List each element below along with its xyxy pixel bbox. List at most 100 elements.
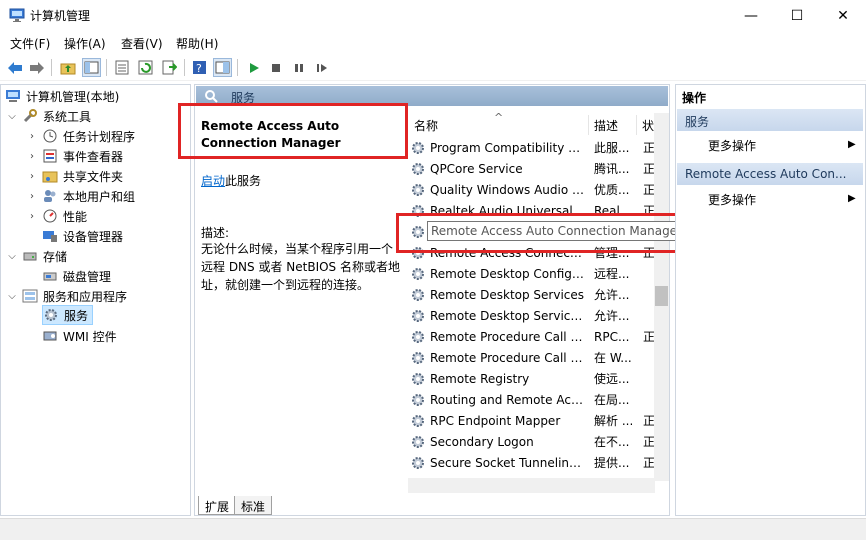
minimize-button[interactable]: — bbox=[728, 0, 774, 31]
sort-up-icon: ^ bbox=[494, 111, 504, 124]
highlight-box-service-row bbox=[396, 213, 683, 253]
service-name: Secondary Logon bbox=[430, 434, 534, 449]
up-folder-icon[interactable] bbox=[58, 58, 77, 77]
event-viewer-icon bbox=[42, 148, 58, 164]
service-description: 使远... bbox=[594, 372, 630, 386]
table-row[interactable]: Remote Procedure Call (... 在 W... bbox=[410, 347, 656, 368]
service-description: 在不... bbox=[594, 435, 630, 449]
back-arrow-icon[interactable] bbox=[5, 58, 24, 77]
actions-pane bbox=[675, 84, 866, 516]
service-name: Remote Registry bbox=[430, 371, 530, 386]
properties-icon[interactable] bbox=[112, 58, 131, 77]
chevron-right-icon[interactable]: › bbox=[26, 211, 38, 222]
chevron-down-icon[interactable]: ⌵ bbox=[6, 111, 18, 122]
tree-item-device-manager[interactable]: 设备管理器 bbox=[42, 226, 123, 246]
chevron-right-icon[interactable]: ▶ bbox=[848, 193, 856, 204]
actions-group-selected-service[interactable]: Remote Access Auto Con... bbox=[677, 163, 863, 185]
tree-item-services-apps[interactable]: ⌵ 服务和应用程序 bbox=[6, 286, 127, 306]
table-row[interactable]: Remote Desktop Service... 允许... bbox=[410, 305, 656, 326]
chevron-right-icon[interactable]: ▶ bbox=[848, 139, 856, 150]
table-row[interactable]: QPCore Service 腾讯... 正 bbox=[410, 158, 656, 179]
tree-item-local-users[interactable]: › 本地用户和组 bbox=[26, 186, 135, 206]
start-service-link[interactable]: 启动 bbox=[201, 174, 225, 188]
disk-icon bbox=[42, 268, 58, 284]
menu-file[interactable]: 文件(F) bbox=[10, 35, 50, 52]
chevron-right-icon[interactable]: › bbox=[26, 171, 38, 182]
more-actions-services[interactable]: 更多操作 bbox=[708, 137, 756, 154]
chevron-down-icon[interactable]: ⌵ bbox=[6, 251, 18, 262]
more-actions-selected-service[interactable]: 更多操作 bbox=[708, 191, 756, 208]
table-row[interactable]: RPC Endpoint Mapper 解析 ... 正 bbox=[410, 410, 656, 431]
wmi-icon bbox=[42, 328, 58, 344]
service-description: 允许... bbox=[594, 288, 630, 302]
window-title: 计算机管理 bbox=[30, 9, 91, 23]
gear-icon bbox=[410, 455, 426, 471]
users-icon bbox=[42, 188, 58, 204]
table-row[interactable]: Program Compatibility A... 此服... 正 bbox=[410, 137, 656, 158]
chevron-down-icon[interactable]: ⌵ bbox=[6, 291, 18, 302]
table-row[interactable]: Remote Registry 使远... bbox=[410, 368, 656, 389]
chevron-right-icon[interactable]: › bbox=[26, 131, 38, 142]
service-description: 解析 ... bbox=[594, 414, 632, 428]
resume-icon[interactable] bbox=[312, 58, 331, 77]
table-row[interactable]: Remote Desktop Services 允许... bbox=[410, 284, 656, 305]
service-name: Quality Windows Audio V... bbox=[430, 182, 585, 197]
tree-item-disk-management[interactable]: 磁盘管理 bbox=[42, 266, 111, 286]
menu-view[interactable]: 查看(V) bbox=[121, 35, 163, 52]
pause-icon[interactable] bbox=[289, 58, 308, 77]
service-description: 允许... bbox=[594, 309, 630, 323]
shared-folder-icon bbox=[42, 168, 58, 184]
table-row[interactable]: Quality Windows Audio V... 优质... 正 bbox=[410, 179, 656, 200]
table-row[interactable]: Secondary Logon 在不... 正 bbox=[410, 431, 656, 452]
tree-item-storage[interactable]: ⌵ 存储 bbox=[6, 246, 67, 266]
menu-action[interactable]: 操作(A) bbox=[64, 35, 106, 52]
tree-item-services[interactable]: 服务 bbox=[42, 305, 94, 325]
chevron-right-icon[interactable]: › bbox=[26, 191, 38, 202]
tab-extended[interactable]: 扩展 bbox=[198, 496, 237, 515]
highlight-box-service-title bbox=[178, 103, 408, 159]
gear-icon bbox=[410, 434, 426, 450]
tree-item-event-viewer[interactable]: › 事件查看器 bbox=[26, 146, 123, 166]
vertical-scrollbar-thumb[interactable] bbox=[655, 286, 668, 306]
service-detail-pane bbox=[196, 108, 408, 494]
table-row[interactable]: Remote Desktop Configu... 远程... bbox=[410, 263, 656, 284]
table-row[interactable]: Secure Socket Tunneling ... 提供... 正 bbox=[410, 452, 656, 473]
tools-icon bbox=[22, 108, 38, 124]
close-button[interactable]: ✕ bbox=[820, 0, 866, 31]
column-status[interactable]: 状 bbox=[642, 117, 654, 134]
stop-icon[interactable] bbox=[266, 58, 285, 77]
tree-item-task-scheduler[interactable]: › 任务计划程序 bbox=[26, 126, 135, 146]
tree-item-root[interactable]: 计算机管理(本地) bbox=[5, 86, 119, 106]
table-row[interactable]: Remote Procedure Call (... RPC... 正 bbox=[410, 326, 656, 347]
horizontal-scrollbar[interactable] bbox=[408, 478, 655, 493]
menu-help[interactable]: 帮助(H) bbox=[176, 35, 218, 52]
play-icon[interactable] bbox=[244, 58, 263, 77]
storage-icon bbox=[22, 248, 38, 264]
console-tree-icon[interactable] bbox=[82, 58, 101, 77]
column-name[interactable]: 名称 bbox=[414, 117, 438, 134]
tab-standard[interactable]: 标准 bbox=[234, 496, 273, 515]
tree-item-shared-folders[interactable]: › 共享文件夹 bbox=[26, 166, 123, 186]
forward-arrow-icon[interactable] bbox=[27, 58, 46, 77]
refresh-icon[interactable] bbox=[136, 58, 155, 77]
service-name: Secure Socket Tunneling ... bbox=[430, 455, 585, 470]
view-icon[interactable] bbox=[213, 58, 232, 77]
actions-group-services[interactable]: 服务 bbox=[677, 109, 863, 131]
service-description: 优质... bbox=[594, 183, 630, 197]
table-row[interactable]: Routing and Remote Acc... 在局... bbox=[410, 389, 656, 410]
tree-item-system-tools[interactable]: ⌵ 系统工具 bbox=[6, 106, 91, 126]
service-name: Remote Procedure Call (... bbox=[430, 350, 585, 365]
export-icon[interactable] bbox=[160, 58, 179, 77]
gear-icon bbox=[410, 413, 426, 429]
gear-icon bbox=[410, 371, 426, 387]
chevron-right-icon[interactable]: › bbox=[26, 151, 38, 162]
tree-item-performance[interactable]: › 性能 bbox=[26, 206, 87, 226]
device-manager-icon bbox=[42, 228, 58, 244]
help-icon[interactable]: ? bbox=[190, 58, 209, 77]
computer-management-icon bbox=[5, 88, 21, 104]
tree-item-wmi[interactable]: WMI 控件 bbox=[42, 326, 117, 346]
performance-icon bbox=[42, 208, 58, 224]
service-description: RPC... bbox=[594, 329, 630, 344]
column-description[interactable]: 描述 bbox=[594, 117, 618, 134]
maximize-button[interactable]: ☐ bbox=[774, 0, 820, 31]
